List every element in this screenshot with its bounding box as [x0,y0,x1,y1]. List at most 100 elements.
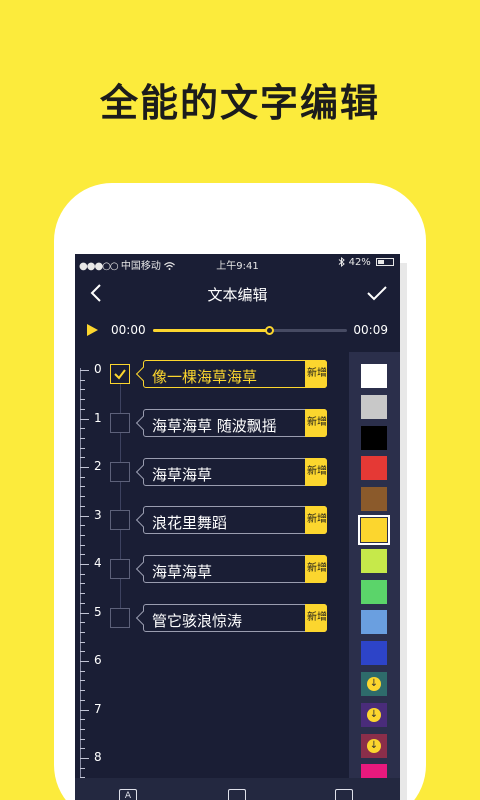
bubble-pointer [135,610,151,626]
line-checkbox[interactable] [110,461,130,482]
lyric-line[interactable]: 海草海草 随波飘摇 新增 [135,408,327,437]
battery-percent: 42% [348,257,371,268]
line-checkbox[interactable] [110,510,130,531]
add-line-button[interactable]: 新增 [305,604,327,632]
color-swatch[interactable] [358,515,390,545]
bubble-pointer [135,366,151,382]
color-swatch[interactable] [361,548,387,573]
color-swatch[interactable] [361,487,387,512]
ruler-tick [80,534,85,536]
ruler-tick [80,554,85,556]
ruler-tick [80,622,85,624]
ruler-tick [80,602,85,604]
color-swatch[interactable] [361,641,387,666]
line-checkbox[interactable] [110,364,130,384]
lyric-text[interactable]: 海草海草 [152,464,212,485]
color-swatch[interactable] [361,425,387,450]
template-icon[interactable] [228,789,246,800]
ruler-label: 1 [94,410,102,425]
download-icon: ↓ [367,677,381,691]
bottom-toolbar: A [75,778,400,800]
ruler-tick [80,767,85,769]
battery-icon [376,258,394,266]
lyric-text[interactable]: 管它骇浪惊涛 [152,610,242,631]
chevron-left-icon[interactable] [85,278,109,308]
page-title: 文本编辑 [207,286,268,304]
ruler-label: 3 [94,507,102,522]
bubble-pointer [135,464,151,479]
color-swatch[interactable] [361,610,387,635]
ruler-tick [80,738,85,740]
add-line-button[interactable]: 新增 [305,408,327,437]
color-swatch[interactable] [361,394,387,419]
color-swatch[interactable] [361,456,387,481]
ruler-tick [80,670,85,672]
progress-knob[interactable] [265,326,275,335]
app-screen: ●●●○○ 中国移动 上午9:41 42% 文本编辑 00:00 00:09 0… [75,254,400,800]
checkmark-icon[interactable] [364,278,390,308]
download-icon: ↓ [367,738,381,753]
progress-fill [153,329,270,332]
current-time: 00:00 [111,323,146,337]
ruler-tick [80,612,89,614]
text-style-icon[interactable]: A [119,789,137,800]
ruler-tick [80,428,85,430]
ruler-tick [80,573,85,575]
ruler-tick [80,728,85,730]
ruler-tick [80,408,85,410]
ruler-tick [80,525,85,527]
ruler-tick [80,564,89,565]
ruler-tick [80,467,89,468]
add-line-button[interactable]: 新增 [305,360,327,388]
ruler-tick [80,496,85,498]
lyric-line[interactable]: 海草海草 新增 [135,555,327,584]
lyric-text[interactable]: 海草海草 随波飘摇 [152,415,277,436]
lyric-line[interactable]: 浪花里舞蹈 新增 [135,506,327,535]
ruler-tick [80,651,85,653]
add-line-button[interactable]: 新增 [305,555,327,584]
ruler-tick [80,515,89,517]
status-bar: ●●●○○ 中国移动 上午9:41 42% [75,254,400,272]
ruler-label: 5 [94,604,102,619]
line-checkbox[interactable] [110,608,130,628]
color-swatch-download[interactable]: ↓ [361,733,387,758]
ruler-label: 0 [94,362,102,376]
ruler-tick [80,418,89,420]
lyric-line[interactable]: 像一棵海草海草 新增 [135,360,327,388]
color-swatch[interactable] [361,364,387,388]
add-line-button[interactable]: 新增 [305,457,327,486]
ruler-tick [80,486,85,488]
document-icon[interactable] [335,789,353,800]
color-swatch-download[interactable]: ↓ [361,702,387,727]
ruler-tick [80,709,89,711]
lyric-text[interactable]: 像一棵海草海草 [152,366,257,387]
bubble-pointer [135,415,151,430]
line-checkbox[interactable] [110,559,130,580]
color-swatch-download[interactable]: ↓ [361,672,387,696]
lyric-text[interactable]: 海草海草 [152,561,212,582]
ruler-tick [80,505,85,507]
end-time: 00:09 [353,323,388,337]
ruler-tick [80,690,85,692]
ruler-tick [80,758,89,759]
ruler-tick [80,583,85,585]
ruler-tick [80,641,85,643]
timeline-ruler: 0 1 2 3 4 5 6 7 8 [75,362,105,800]
line-checkbox[interactable] [110,412,130,433]
play-icon[interactable] [87,324,98,336]
ruler-tick [80,593,85,595]
lyric-text[interactable]: 浪花里舞蹈 [152,512,227,533]
audio-player: 00:00 00:09 [75,316,400,346]
ruler-tick [80,661,89,662]
ruler-tick [80,379,85,381]
ruler-tick [80,476,85,478]
ruler-tick [80,370,89,371]
lyric-line[interactable]: 管它骇浪惊涛 新增 [135,604,327,632]
ruler-tick [80,437,85,439]
color-swatch[interactable] [361,579,387,604]
color-palette: ↓ ↓ ↓ [349,352,400,789]
add-line-button[interactable]: 新增 [305,506,327,535]
lyric-line[interactable]: 海草海草 新增 [135,457,327,486]
ruler-tick [80,389,85,391]
progress-slider[interactable] [153,326,347,335]
